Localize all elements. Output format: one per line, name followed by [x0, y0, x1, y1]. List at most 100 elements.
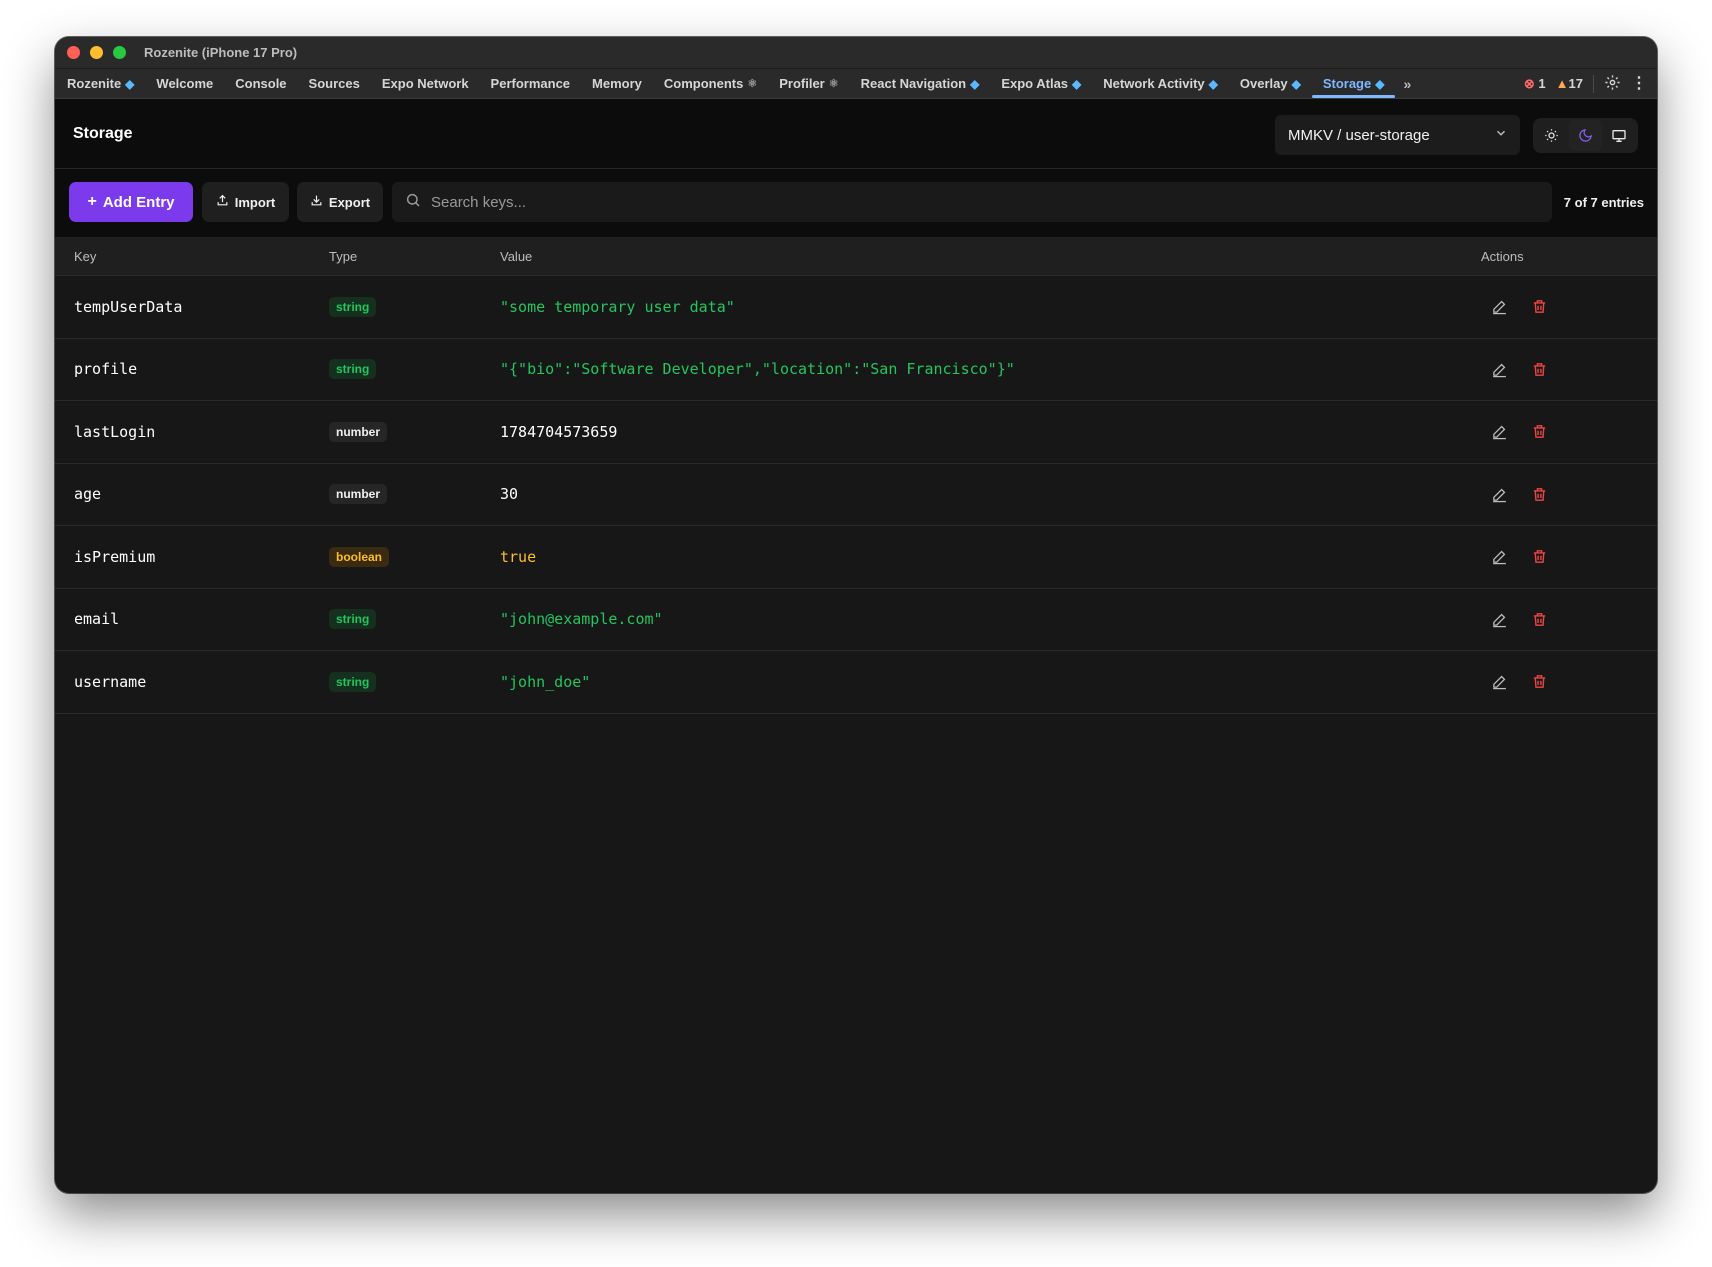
entry-type-cell: number: [329, 464, 388, 526]
divider: [1593, 74, 1594, 93]
type-badge: number: [329, 421, 388, 442]
tab-welcome[interactable]: Welcome: [145, 69, 224, 98]
delete-trash-icon[interactable]: [1529, 484, 1549, 504]
import-button[interactable]: Import: [202, 182, 289, 222]
entry-value: "john_doe": [500, 672, 591, 691]
edit-pencil-icon[interactable]: [1489, 359, 1509, 379]
title-bar: Rozenite (iPhone 17 Pro): [55, 37, 1657, 69]
kebab-menu-icon[interactable]: ⋮: [1631, 75, 1647, 92]
error-icon: ⊗: [1523, 75, 1535, 91]
row-actions: [1489, 651, 1549, 713]
row-actions: [1489, 401, 1549, 463]
light-theme-sun-icon[interactable]: [1535, 120, 1569, 151]
table-row[interactable]: age number 30: [55, 463, 1657, 526]
column-header-value[interactable]: Value: [500, 237, 532, 275]
search-box: [392, 182, 1552, 222]
tab-expo-atlas[interactable]: Expo Atlas ◆: [990, 69, 1092, 98]
search-icon: [405, 192, 421, 213]
status-area: ⊗ 1 ▲17 ⋮: [1524, 69, 1647, 98]
type-badge: string: [329, 359, 377, 380]
tab-console[interactable]: Console: [224, 69, 297, 98]
delete-trash-icon[interactable]: [1529, 547, 1549, 567]
storage-selector-value: MMKV / user-storage: [1288, 126, 1430, 144]
entry-type-cell: string: [329, 651, 377, 713]
table-row[interactable]: tempUserData string "some temporary user d…: [55, 276, 1657, 339]
tab-profiler[interactable]: Profiler ⚛: [768, 69, 849, 98]
system-theme-monitor-icon[interactable]: [1602, 120, 1636, 151]
chevron-down-icon: [1494, 126, 1508, 144]
column-header-key[interactable]: Key: [74, 237, 96, 275]
tab-label: Profiler: [779, 76, 825, 91]
row-actions: [1489, 526, 1549, 588]
edit-pencil-icon[interactable]: [1489, 672, 1509, 692]
tab-react-navigation[interactable]: React Navigation ◆: [850, 69, 991, 98]
table-row[interactable]: profile string "{"bio":"Software Developer…: [55, 338, 1657, 401]
tab-network-activity[interactable]: Network Activity ◆: [1092, 69, 1229, 98]
tab-label: Console: [235, 76, 287, 91]
export-button[interactable]: Export: [297, 182, 383, 222]
edit-pencil-icon[interactable]: [1489, 422, 1509, 442]
minimize-window-button[interactable]: [90, 46, 103, 59]
entry-type-cell: string: [329, 339, 377, 401]
table-row[interactable]: username string "john_doe": [55, 651, 1657, 714]
entry-value: 1784704573659: [500, 422, 618, 441]
row-actions: [1489, 464, 1549, 526]
edit-pencil-icon[interactable]: [1489, 609, 1509, 629]
tab-label: Expo Network: [381, 76, 469, 91]
storage-selector[interactable]: MMKV / user-storage: [1275, 115, 1520, 155]
delete-trash-icon[interactable]: [1529, 609, 1549, 629]
column-header-type[interactable]: Type: [329, 237, 357, 275]
entry-count: 7 of 7 entries: [1563, 195, 1644, 210]
table-row[interactable]: isPremium boolean true: [55, 526, 1657, 589]
table-body: tempUserData string "some temporary user d…: [55, 276, 1657, 714]
tab-memory[interactable]: Memory: [581, 69, 653, 98]
tab-label: Sources: [308, 76, 360, 91]
delete-trash-icon[interactable]: [1529, 359, 1549, 379]
more-tabs-chevron-icon[interactable]: »: [1395, 69, 1419, 98]
react-atom-icon: ⚛: [747, 78, 758, 90]
tab-sources[interactable]: Sources: [298, 69, 371, 98]
close-window-button[interactable]: [67, 46, 80, 59]
row-actions: [1489, 589, 1549, 651]
type-badge: string: [329, 671, 377, 692]
entry-key: profile: [74, 360, 138, 379]
table-row[interactable]: email string "john@example.com": [55, 588, 1657, 651]
entry-value: "some temporary user data": [500, 297, 735, 316]
tab-rozenite[interactable]: Rozenite ◆: [67, 69, 145, 98]
entry-type-cell: boolean: [329, 526, 390, 588]
entry-value: "{"bio":"Software Developer","location":…: [500, 360, 1015, 379]
edit-pencil-icon[interactable]: [1489, 484, 1509, 504]
zoom-window-button[interactable]: [113, 46, 126, 59]
settings-gear-icon[interactable]: [1604, 74, 1621, 94]
search-input[interactable]: [431, 193, 1431, 211]
table-row[interactable]: lastLogin number 1784704573659: [55, 401, 1657, 464]
gem-icon: ◆: [1072, 76, 1082, 91]
tab-expo-network[interactable]: Expo Network: [371, 69, 480, 98]
tab-label: Performance: [490, 76, 571, 91]
tab-storage[interactable]: Storage ◆: [1311, 69, 1396, 98]
window-controls: [67, 46, 126, 59]
entry-type-cell: string: [329, 589, 377, 651]
edit-pencil-icon[interactable]: [1489, 297, 1509, 317]
entry-key: username: [74, 672, 147, 691]
type-badge: string: [329, 609, 377, 630]
tab-overlay[interactable]: Overlay ◆: [1229, 69, 1312, 98]
devtools-tab-bar: Rozenite ◆ Welcome Console Sources Expo Netwo…: [55, 69, 1657, 99]
delete-trash-icon[interactable]: [1529, 422, 1549, 442]
warning-count[interactable]: ▲17: [1556, 76, 1583, 91]
delete-trash-icon[interactable]: [1529, 672, 1549, 692]
entry-value: "john@example.com": [500, 610, 663, 629]
tab-components[interactable]: Components ⚛: [653, 69, 768, 98]
tab-label: Storage: [1322, 76, 1372, 91]
add-entry-button[interactable]: + Add Entry: [69, 182, 193, 222]
tab-label: React Navigation: [860, 76, 967, 91]
edit-pencil-icon[interactable]: [1489, 547, 1509, 567]
gem-icon: ◆: [125, 76, 135, 91]
page-title: Storage: [73, 124, 133, 142]
error-count[interactable]: ⊗ 1: [1524, 76, 1546, 92]
theme-switcher: [1533, 118, 1638, 153]
dark-theme-moon-icon[interactable]: [1568, 120, 1603, 151]
tab-performance[interactable]: Performance: [480, 69, 581, 98]
delete-trash-icon[interactable]: [1529, 297, 1549, 317]
entry-type-cell: string: [329, 276, 377, 338]
